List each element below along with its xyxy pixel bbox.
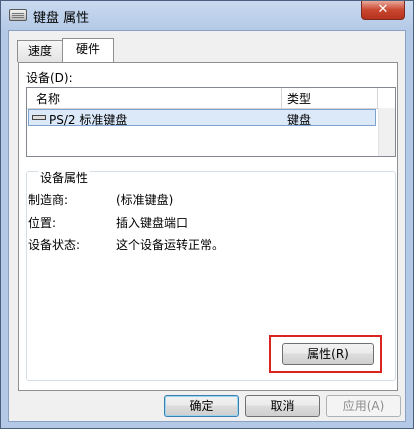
device-name: PS/2 标准键盘 — [49, 113, 128, 127]
location-label: 位置: — [28, 216, 57, 230]
tab-speed-label: 速度 — [27, 44, 52, 58]
device-status-value: 这个设备运转正常。 — [116, 238, 225, 252]
column-name[interactable]: 名称 — [36, 90, 60, 107]
device-list-header: 名称 类型 — [27, 88, 395, 109]
device-type: 键盘 — [287, 113, 312, 127]
keyboard-properties-window: 键盘 属性 ✕ 速度 硬件 设备(D): 名称 类型 PS/2 标准键盘 键盘 — [0, 0, 414, 429]
location-value: 插入键盘端口 — [116, 216, 189, 230]
apply-button-label: 应用(A) — [342, 399, 385, 413]
close-icon: ✕ — [377, 2, 389, 17]
devices-label: 设备(D): — [26, 71, 73, 85]
tab-speed[interactable]: 速度 — [17, 40, 63, 62]
manufacturer-value: (标准键盘) — [116, 193, 174, 207]
apply-button[interactable]: 应用(A) — [326, 395, 401, 417]
highlight-annotation — [269, 335, 382, 373]
cancel-button[interactable]: 取消 — [245, 395, 320, 417]
device-properties-group-label: 设备属性 — [38, 169, 91, 186]
column-separator — [377, 88, 378, 108]
close-button[interactable]: ✕ — [361, 1, 405, 20]
tab-hardware-label: 硬件 — [75, 42, 100, 56]
window-title: 键盘 属性 — [33, 11, 90, 26]
keyboard-icon — [9, 9, 27, 21]
ok-button-label: 确定 — [189, 399, 214, 413]
column-type[interactable]: 类型 — [287, 90, 311, 107]
cancel-button-label: 取消 — [270, 399, 295, 413]
device-list[interactable]: 名称 类型 PS/2 标准键盘 键盘 — [26, 87, 396, 157]
title-bar[interactable]: 键盘 属性 ✕ — [1, 1, 413, 29]
device-status-label: 设备状态: — [28, 238, 81, 252]
keyboard-device-icon — [32, 115, 46, 120]
list-scrollbar[interactable] — [378, 108, 395, 156]
device-row-ps2-keyboard[interactable]: PS/2 标准键盘 键盘 — [28, 109, 376, 127]
tab-hardware[interactable]: 硬件 — [62, 38, 114, 62]
column-separator — [281, 88, 282, 108]
ok-button[interactable]: 确定 — [164, 395, 239, 417]
manufacturer-label: 制造商: — [28, 193, 69, 207]
